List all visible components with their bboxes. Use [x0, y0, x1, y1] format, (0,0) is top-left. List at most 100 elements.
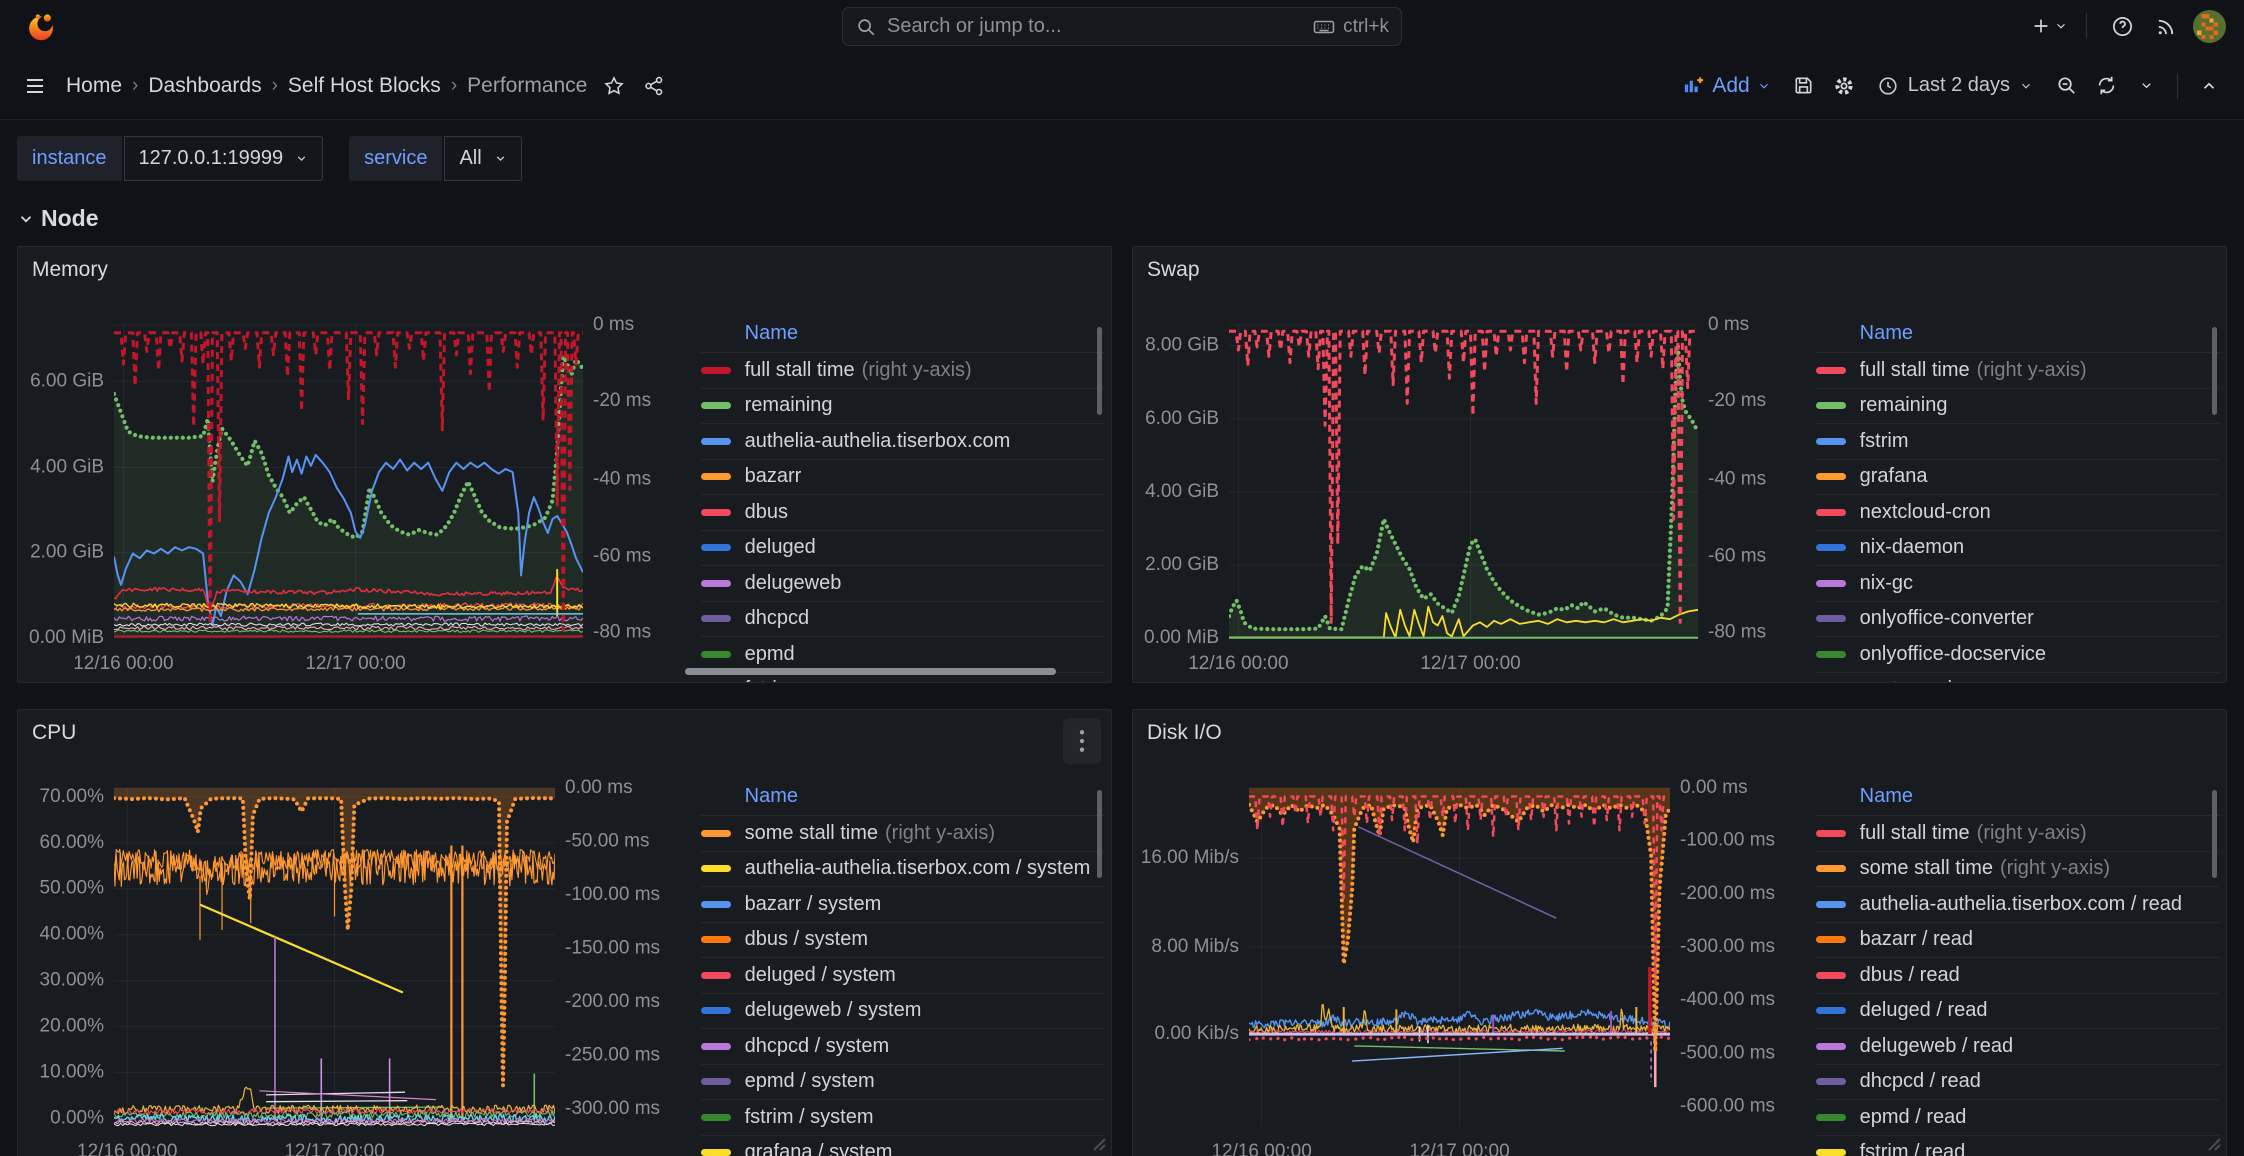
- legend-row-remaining[interactable]: remaining: [701, 389, 1105, 425]
- legend-row-remaining[interactable]: remaining: [1816, 389, 2220, 425]
- svg-text:-100.00 ms: -100.00 ms: [1680, 829, 1775, 850]
- legend-row-deluged-read[interactable]: deluged / read: [1816, 994, 2220, 1030]
- legend-row-full-stall-time[interactable]: full stall time(right y-axis): [1816, 816, 2220, 852]
- grafana-logo-icon[interactable]: [22, 7, 60, 45]
- legend-scrollbar-thumb[interactable]: [1097, 790, 1102, 878]
- legend-row-delugeweb-system[interactable]: delugeweb / system: [701, 994, 1105, 1030]
- legend-row-bazarr-system[interactable]: bazarr / system: [701, 887, 1105, 923]
- legend-row-dbus[interactable]: dbus: [701, 495, 1105, 531]
- legend-row-bazarr[interactable]: bazarr: [701, 460, 1105, 496]
- legend-row-dbus-system[interactable]: dbus / system: [701, 923, 1105, 959]
- series-label: dbus: [745, 501, 788, 524]
- panel-cpu-header[interactable]: CPU: [18, 710, 1111, 754]
- add-panel-button[interactable]: Add: [1672, 68, 1780, 104]
- svg-text:6.00 GiB: 6.00 GiB: [1145, 408, 1219, 429]
- legend-row-nix-gc[interactable]: nix-gc: [1816, 566, 2220, 602]
- favorite-star-button[interactable]: [597, 69, 631, 103]
- panel-menu-button[interactable]: [1063, 718, 1101, 764]
- legend-row-postgresql[interactable]: postgresql: [1816, 673, 2220, 683]
- legend-scrollbar-thumb[interactable]: [2212, 327, 2217, 415]
- legend-row-nix-daemon[interactable]: nix-daemon: [1816, 531, 2220, 567]
- collapse-toolbar-button[interactable]: [2192, 69, 2226, 103]
- legend-row-grafana[interactable]: grafana: [1816, 460, 2220, 496]
- series-color-marker: [1816, 473, 1846, 480]
- legend-row-nextcloud-cron[interactable]: nextcloud-cron: [1816, 495, 2220, 531]
- panel-title: Memory: [32, 258, 108, 282]
- breadcrumb-dashboards[interactable]: Dashboards: [148, 74, 261, 98]
- svg-text:12/17 00:00: 12/17 00:00: [1409, 1141, 1509, 1156]
- global-search-box[interactable]: ctrl+k: [842, 7, 1402, 46]
- dashboard-settings-button[interactable]: [1827, 69, 1861, 103]
- legend-row-fstrim-read[interactable]: fstrim / read: [1816, 1136, 2220, 1156]
- disk-io-chart[interactable]: 16.00 Mib/s8.00 Mib/s0.00 Kib/s0.00 ms-1…: [1137, 754, 1798, 1156]
- save-dashboard-button[interactable]: [1787, 69, 1821, 103]
- svg-text:0.00 ms: 0.00 ms: [565, 777, 633, 798]
- legend-row-delugeweb-read[interactable]: delugeweb / read: [1816, 1029, 2220, 1065]
- breadcrumb-home[interactable]: Home: [66, 74, 122, 98]
- legend-row-bazarr-read[interactable]: bazarr / read: [1816, 923, 2220, 959]
- zoom-out-time-button[interactable]: [2049, 69, 2083, 103]
- svg-text:6.00 GiB: 6.00 GiB: [30, 370, 104, 391]
- svg-text:-80 ms: -80 ms: [593, 621, 651, 642]
- legend-row-deluged-system[interactable]: deluged / system: [701, 958, 1105, 994]
- variable-service-label[interactable]: service: [349, 136, 442, 181]
- legend-row-fstrim-system[interactable]: fstrim / system: [701, 1100, 1105, 1136]
- legend-row-authelia-authelia-tiserbox-com[interactable]: authelia-authelia.tiserbox.com: [701, 424, 1105, 460]
- user-avatar[interactable]: [2193, 10, 2226, 43]
- memory-chart[interactable]: 6.00 GiB4.00 GiB2.00 GiB0.00 MiB0 ms-20 …: [22, 291, 683, 682]
- legend-row-full-stall-time[interactable]: full stall time(right y-axis): [701, 353, 1105, 389]
- panel-resize-handle[interactable]: [2208, 1138, 2221, 1156]
- legend-row-some-stall-time[interactable]: some stall time(right y-axis): [1816, 852, 2220, 888]
- breadcrumb-folder[interactable]: Self Host Blocks: [288, 74, 441, 98]
- legend-row-fstrim[interactable]: fstrim: [1816, 424, 2220, 460]
- legend-row-dhcpcd[interactable]: dhcpcd: [701, 602, 1105, 638]
- legend-row-some-stall-time[interactable]: some stall time(right y-axis): [701, 816, 1105, 852]
- legend-row-dhcpcd-read[interactable]: dhcpcd / read: [1816, 1065, 2220, 1101]
- legend-row-epmd-system[interactable]: epmd / system: [701, 1065, 1105, 1101]
- legend-scrollbar-thumb[interactable]: [2212, 790, 2217, 878]
- row-node-header[interactable]: Node: [17, 205, 2227, 232]
- refresh-dashboard-button[interactable]: [2089, 69, 2123, 103]
- panel-swap-header[interactable]: Swap: [1133, 247, 2226, 291]
- disk-io-legend: Namefull stall time(right y-axis)some st…: [1798, 778, 2220, 1156]
- legend-row-onlyoffice-converter[interactable]: onlyoffice-converter: [1816, 602, 2220, 638]
- series-color-marker: [1816, 580, 1846, 587]
- panel-title: Swap: [1147, 258, 1200, 282]
- new-menu-button[interactable]: [2030, 9, 2068, 43]
- legend-row-authelia-authelia-tiserbox-com-read[interactable]: authelia-authelia.tiserbox.com / read: [1816, 887, 2220, 923]
- panel-disk-io-header[interactable]: Disk I/O: [1133, 710, 2226, 754]
- legend-row-deluged[interactable]: deluged: [701, 531, 1105, 567]
- legend-row-onlyoffice-docservice[interactable]: onlyoffice-docservice: [1816, 637, 2220, 673]
- toolbar-divider: [2177, 73, 2178, 99]
- legend-row-full-stall-time[interactable]: full stall time(right y-axis): [1816, 353, 2220, 389]
- menu-hamburger-icon[interactable]: [18, 69, 52, 103]
- series-color-marker: [701, 615, 731, 622]
- series-label: epmd: [745, 643, 795, 666]
- panel-resize-handle[interactable]: [1093, 1138, 1106, 1156]
- help-button[interactable]: [2105, 9, 2139, 43]
- share-button[interactable]: [637, 69, 671, 103]
- legend-row-epmd-read[interactable]: epmd / read: [1816, 1100, 2220, 1136]
- legend-row-authelia-authelia-tiserbox-com-system[interactable]: authelia-authelia.tiserbox.com / system: [701, 852, 1105, 888]
- series-color-marker: [701, 865, 731, 872]
- legend-row-dbus-read[interactable]: dbus / read: [1816, 958, 2220, 994]
- cpu-chart[interactable]: 70.00%60.00%50.00%40.00%30.00%20.00%10.0…: [22, 754, 683, 1156]
- refresh-interval-dropdown[interactable]: [2129, 69, 2163, 103]
- legend-row-delugeweb[interactable]: delugeweb: [701, 566, 1105, 602]
- time-range-picker[interactable]: Last 2 days: [1867, 68, 2043, 103]
- series-color-marker: [1816, 615, 1846, 622]
- legend-row-dhcpcd-system[interactable]: dhcpcd / system: [701, 1029, 1105, 1065]
- svg-text:40.00%: 40.00%: [40, 924, 105, 945]
- series-label: fstrim / read: [1860, 1141, 1966, 1156]
- legend-row-grafana-system[interactable]: grafana / system: [701, 1136, 1105, 1156]
- news-rss-button[interactable]: [2149, 9, 2183, 43]
- variable-instance-label[interactable]: instance: [17, 136, 122, 181]
- swap-chart[interactable]: 8.00 GiB6.00 GiB4.00 GiB2.00 GiB0.00 MiB…: [1137, 291, 1798, 682]
- svg-text:-40 ms: -40 ms: [593, 468, 651, 489]
- legend-scrollbar-thumb[interactable]: [1097, 327, 1102, 415]
- search-input[interactable]: [887, 15, 1302, 38]
- legend-horizontal-scrollbar[interactable]: [685, 668, 1057, 675]
- panel-memory-header[interactable]: Memory: [18, 247, 1111, 291]
- variable-service-value[interactable]: All: [444, 136, 521, 181]
- variable-instance-value[interactable]: 127.0.0.1:19999: [124, 136, 324, 181]
